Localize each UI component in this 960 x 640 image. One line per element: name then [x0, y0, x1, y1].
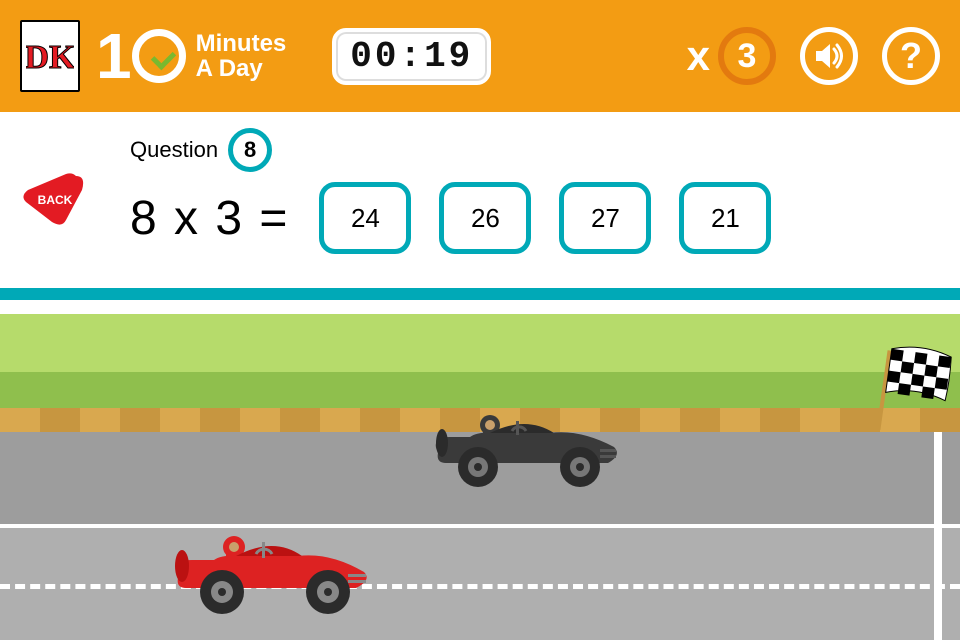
- back-button[interactable]: BACK: [22, 172, 86, 231]
- brand-10: 1: [96, 19, 186, 93]
- opponent-car: [430, 411, 620, 496]
- brand-clock-icon: [132, 29, 186, 83]
- question-label: Question: [130, 137, 218, 163]
- brand-tagline: Minutes A Day: [196, 31, 287, 81]
- back-icon: BACK: [22, 172, 86, 226]
- track-stripe-white: [0, 300, 960, 314]
- checkered-flag-icon: [864, 344, 960, 440]
- timer-display: 00:19: [332, 28, 491, 85]
- grass-light: [0, 314, 960, 372]
- question-area: BACK Question 8 8 x 3 = 24 26 27 21: [0, 112, 960, 288]
- header-bar: DK 1 Minutes A Day 00:19 x 3 ?: [0, 0, 960, 112]
- svg-text:DK: DK: [26, 39, 74, 76]
- lane-bot: [0, 528, 960, 640]
- finish-line-top: [934, 432, 942, 524]
- checkered-flag: [864, 344, 960, 445]
- race-track: [0, 288, 960, 640]
- answer-option-1[interactable]: 26: [439, 182, 531, 254]
- answer-option-0[interactable]: 24: [319, 182, 411, 254]
- finish-line-bot: [934, 528, 942, 640]
- answer-option-2[interactable]: 27: [559, 182, 651, 254]
- question-number: Question 8: [130, 128, 920, 172]
- brand: 1 Minutes A Day: [96, 19, 286, 93]
- multiplier: x 3: [687, 27, 776, 85]
- back-label: BACK: [38, 193, 73, 207]
- speaker-icon: [812, 39, 846, 73]
- red-car-icon: [170, 532, 370, 618]
- answer-options: 24 26 27 21: [319, 182, 771, 254]
- answer-option-3[interactable]: 21: [679, 182, 771, 254]
- track-stripe-teal: [0, 288, 960, 300]
- sound-button[interactable]: [800, 27, 858, 85]
- black-car-icon: [430, 411, 620, 491]
- dk-logo-icon: DK: [26, 28, 74, 84]
- question-mark-icon: ?: [900, 35, 922, 77]
- grass-dark: [0, 372, 960, 408]
- help-button[interactable]: ?: [882, 27, 940, 85]
- multiplier-value: 3: [718, 27, 776, 85]
- multiplier-x: x: [687, 32, 710, 80]
- player-car: [170, 532, 370, 623]
- equation-text: 8 x 3 =: [130, 191, 289, 246]
- question-number-value: 8: [228, 128, 272, 172]
- dk-logo: DK: [20, 20, 80, 92]
